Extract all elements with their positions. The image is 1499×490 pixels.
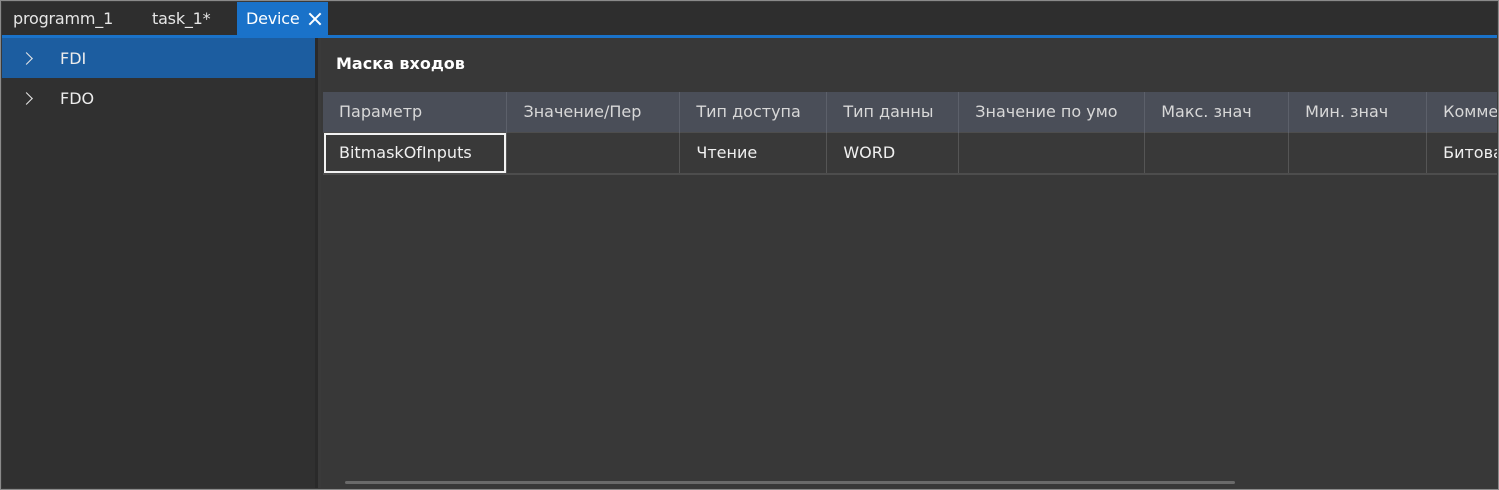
tab-bar: programm_1 task_1* Device bbox=[2, 2, 1497, 35]
cell-data-type[interactable]: WORD bbox=[826, 131, 960, 175]
chevron-right-icon[interactable] bbox=[22, 53, 32, 63]
tree-item-fdi[interactable]: FDI bbox=[2, 38, 315, 78]
column-header-data-type[interactable]: Тип данны bbox=[826, 92, 960, 132]
column-header-comment[interactable]: Комме bbox=[1426, 92, 1497, 132]
main-panel: Маска входов Параметр Значение/Пер Тип д… bbox=[321, 38, 1497, 488]
cell-default-value[interactable] bbox=[958, 131, 1146, 175]
cell-value[interactable] bbox=[506, 131, 681, 175]
column-header-min-value[interactable]: Мин. знач bbox=[1288, 92, 1428, 132]
column-header-value[interactable]: Значение/Пер bbox=[506, 92, 681, 132]
close-icon[interactable] bbox=[308, 12, 317, 26]
cell-max-value[interactable] bbox=[1144, 131, 1290, 175]
chevron-right-icon[interactable] bbox=[22, 93, 32, 103]
tab-device[interactable]: Device bbox=[237, 2, 328, 35]
sidebar-tree: FDI FDO bbox=[2, 38, 318, 488]
grid-header-row: Параметр Значение/Пер Тип доступа Тип да… bbox=[323, 92, 1497, 132]
column-header-default-value[interactable]: Значение по умо bbox=[958, 92, 1146, 132]
parameter-grid: Параметр Значение/Пер Тип доступа Тип да… bbox=[323, 92, 1497, 175]
tab-label: programm_1 bbox=[13, 9, 114, 28]
cell-comment[interactable]: Битова bbox=[1426, 131, 1497, 175]
cell-parameter[interactable]: BitmaskOfInputs bbox=[323, 131, 508, 175]
tab-label: Device bbox=[246, 9, 300, 28]
section-title: Маска входов bbox=[336, 54, 465, 73]
horizontal-scrollbar[interactable] bbox=[345, 481, 1235, 484]
column-header-access-type[interactable]: Тип доступа bbox=[679, 92, 828, 132]
column-header-max-value[interactable]: Макс. знач bbox=[1144, 92, 1290, 132]
column-header-parameter[interactable]: Параметр bbox=[323, 92, 508, 132]
tab-programm-1[interactable]: programm_1 bbox=[2, 2, 129, 35]
tab-task-1[interactable]: task_1* bbox=[129, 2, 237, 35]
tree-item-label: FDO bbox=[60, 88, 95, 108]
tree-item-fdo[interactable]: FDO bbox=[2, 78, 315, 118]
table-row[interactable]: BitmaskOfInputs Чтение WORD Битова bbox=[323, 131, 1497, 175]
cell-access-type[interactable]: Чтение bbox=[679, 131, 828, 175]
window-frame: programm_1 task_1* Device FDI FDO Маска … bbox=[0, 0, 1499, 490]
cell-min-value[interactable] bbox=[1288, 131, 1428, 175]
tab-label: task_1* bbox=[152, 9, 211, 28]
tree-item-label: FDI bbox=[60, 48, 87, 68]
